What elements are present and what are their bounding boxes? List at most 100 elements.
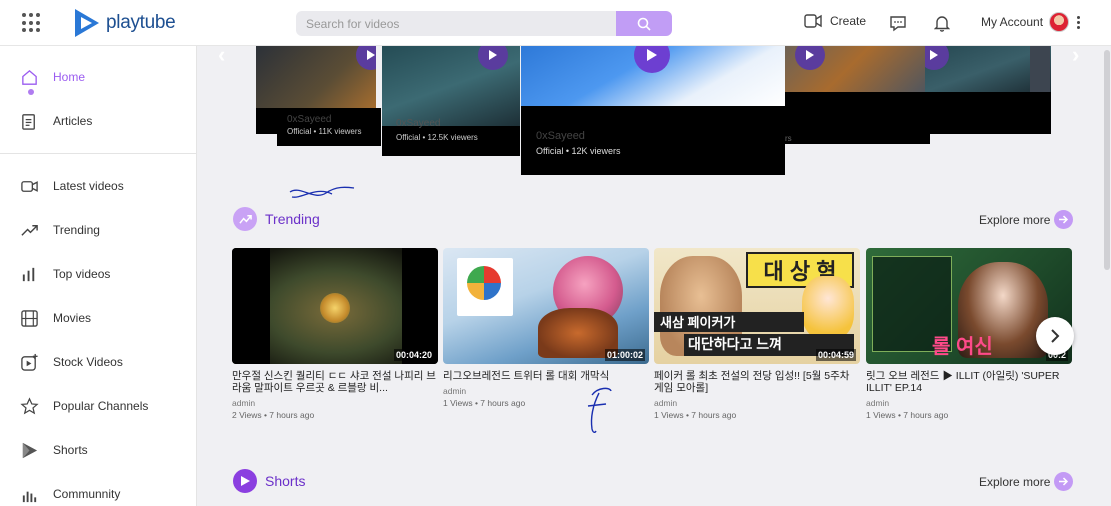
sidebar-item-label: Latest videos [53, 179, 124, 193]
messages-button[interactable] [887, 12, 909, 34]
featured-meta: Official • 11K viewers [287, 127, 362, 136]
video-title[interactable]: 만우절 신스킨 퀄리티 ㄷㄷ 샤코 전설 나피리 브라움 말파이트 우르곳 & … [232, 370, 438, 396]
home-icon [22, 69, 37, 85]
explore-label: Explore more [979, 474, 1051, 489]
star-icon [20, 396, 39, 414]
sidebar-item-popular-channels[interactable]: Popular Channels [20, 395, 148, 417]
section-title: Shorts [265, 473, 306, 489]
chat-icon [890, 15, 906, 31]
sidebar-item-label: Articles [53, 114, 93, 128]
sidebar: Home Articles Latest videos Trending Top… [0, 46, 197, 506]
page-scrollbar[interactable] [1102, 46, 1111, 506]
featured-card-main[interactable]: 0xSayeed Official • 12K viewers [521, 46, 785, 175]
featured-meta: Official • 12K viewers [536, 146, 621, 156]
video-channel[interactable]: admin [443, 386, 649, 396]
sidebar-item-home[interactable]: Home [20, 66, 85, 88]
sidebar-item-shorts[interactable]: Shorts [20, 439, 88, 461]
trending-icon [233, 207, 257, 231]
video-card[interactable]: 00:04:20 만우절 신스킨 퀄리티 ㄷㄷ 샤코 전설 나피리 브라움 말파… [232, 248, 438, 420]
articles-icon [22, 113, 35, 130]
top-header: playtube Create My Account [0, 0, 1111, 46]
trending-explore-more-button[interactable]: Explore more [979, 210, 1074, 229]
section-title: Trending [265, 211, 320, 227]
logo-text: playtube [106, 12, 176, 33]
video-duration: 00:04:59 [815, 349, 856, 361]
shorts-explore-more-button[interactable]: Explore more [979, 472, 1074, 491]
featured-channel: 0xSayeed [287, 114, 332, 125]
featured-channel: 0xSayeed [536, 130, 585, 142]
video-thumbnail[interactable]: 01:00:02 [443, 248, 649, 364]
shorts-icon [22, 442, 38, 458]
search-input[interactable] [296, 11, 616, 36]
carousel-next-icon[interactable]: › [1072, 42, 1092, 67]
featured-card[interactable]: rs [785, 46, 930, 144]
search-bar [296, 11, 672, 36]
trending-icon [21, 224, 38, 236]
featured-carousel: ‹ › 0xSayeed Official • 11K viewers 0xSa… [200, 42, 1111, 176]
arrow-right-icon [1054, 472, 1074, 491]
sidebar-item-label: Popular Channels [53, 399, 149, 413]
chevron-right-icon [1051, 329, 1060, 343]
playtube-logo[interactable]: playtube [72, 7, 176, 39]
active-indicator [28, 89, 34, 95]
sidebar-item-label: Top videos [53, 267, 111, 281]
video-channel[interactable]: admin [654, 398, 860, 408]
avatar [1049, 12, 1070, 32]
sidebar-item-latest-videos[interactable]: Latest videos [20, 175, 124, 197]
sidebar-item-label: Shorts [53, 443, 88, 457]
sidebar-item-movies[interactable]: Movies [20, 307, 91, 329]
video-camera-icon [804, 14, 822, 28]
create-label: Create [830, 14, 867, 28]
community-icon [22, 491, 37, 502]
featured-card[interactable]: 0xSayeed Official • 12.5K viewers [382, 46, 520, 156]
sidebar-item-community[interactable]: Communnity [20, 483, 120, 505]
video-title[interactable]: 페이커 롤 최초 전설의 전당 입성!! [5월 5주차 게임 모아롤] [654, 370, 860, 396]
sidebar-item-trending[interactable]: Trending [20, 219, 100, 241]
featured-card[interactable] [1030, 46, 1050, 92]
video-duration: 00:04:20 [393, 349, 434, 361]
sidebar-item-label: Trending [53, 223, 100, 237]
sidebar-divider [0, 153, 197, 154]
video-duration: 01:00:02 [604, 349, 645, 361]
explore-label: Explore more [979, 212, 1051, 227]
scrollbar-thumb[interactable] [1104, 50, 1110, 270]
video-card[interactable]: 대 상 혁 새삼 페이커가 대단하다고 느껴 00:04:59 페이커 롤 최초… [654, 248, 860, 420]
create-button[interactable]: Create [804, 13, 866, 29]
notifications-button[interactable] [931, 12, 953, 34]
video-card[interactable]: 01:00:02 리그오브레전드 트위터 롤 대회 개막식 admin 1 Vi… [443, 248, 649, 408]
account-menu[interactable]: My Account [981, 12, 1081, 32]
trending-next-button[interactable] [1036, 317, 1074, 355]
featured-card-info: 0xSayeed Official • 11K viewers [277, 108, 381, 146]
video-stats: 2 Views • 7 hours ago [232, 410, 315, 420]
video-stats: 1 Views • 7 hours ago [443, 398, 526, 408]
video-title[interactable]: 리그오브레전드 트위터 롤 대회 개막식 [443, 370, 649, 384]
sidebar-item-articles[interactable]: Articles [20, 110, 92, 132]
stock-video-icon [21, 353, 38, 371]
sidebar-item-label: Communnity [53, 487, 121, 501]
sidebar-item-label: Stock Videos [53, 355, 123, 369]
sidebar-item-top-videos[interactable]: Top videos [20, 263, 110, 285]
bar-chart-icon [22, 267, 35, 281]
video-channel[interactable]: admin [866, 398, 1072, 408]
search-button[interactable] [616, 11, 672, 36]
video-title[interactable]: 릿그 오브 레전드 ▶ ILLIT (아일릿) 'SUPER ILLIT' EP… [866, 370, 1072, 396]
sidebar-item-stock-videos[interactable]: Stock Videos [20, 351, 123, 373]
sidebar-item-label: Home [53, 70, 86, 84]
video-thumbnail[interactable]: 00:04:20 [232, 248, 438, 364]
apps-grid-icon[interactable] [22, 13, 42, 33]
featured-channel: 0xSayeed [396, 118, 441, 129]
arrow-right-icon [1054, 210, 1074, 229]
carousel-prev-icon[interactable]: ‹ [218, 42, 238, 67]
sidebar-item-label: Movies [53, 311, 92, 325]
trending-section-header: Trending [233, 207, 320, 231]
search-icon [637, 17, 651, 31]
video-stats: 1 Views • 7 hours ago [866, 410, 949, 420]
handwriting-annotation [289, 186, 355, 198]
featured-meta: rs [785, 134, 792, 143]
video-camera-icon [21, 180, 38, 192]
video-channel[interactable]: admin [232, 398, 438, 408]
bell-icon [934, 16, 950, 32]
more-vertical-icon[interactable] [1077, 15, 1081, 29]
video-thumbnail[interactable]: 대 상 혁 새삼 페이커가 대단하다고 느껴 00:04:59 [654, 248, 860, 364]
shorts-section-header: Shorts [233, 469, 305, 493]
